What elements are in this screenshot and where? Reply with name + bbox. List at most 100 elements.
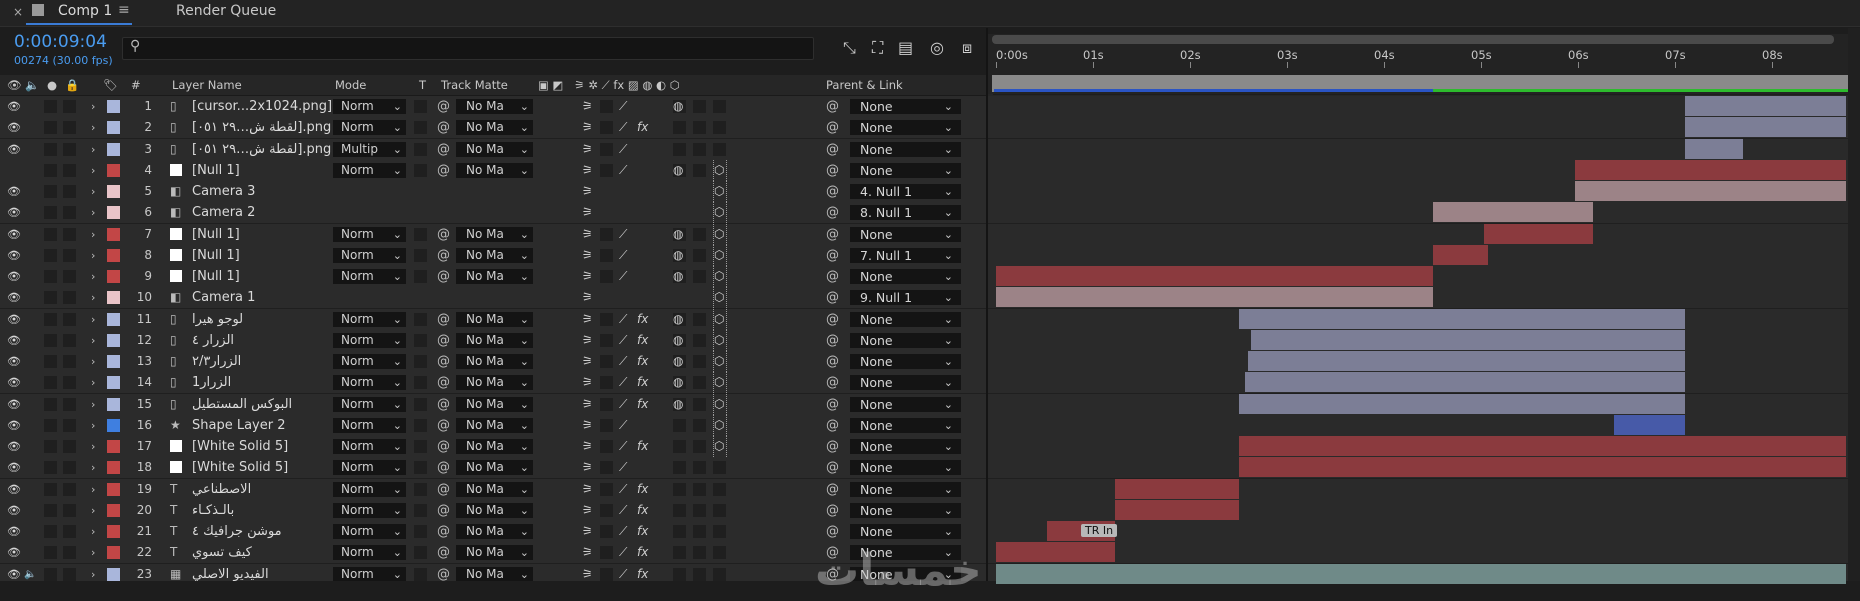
preserve-transparency-switch[interactable] — [414, 398, 427, 411]
layer-name[interactable]: Camera 3 — [192, 181, 255, 202]
collapse-switch[interactable] — [600, 419, 613, 432]
layer-duration-bar[interactable] — [1433, 202, 1593, 222]
layer-duration-bar[interactable] — [1115, 500, 1239, 520]
layer-duration-bar[interactable] — [1685, 96, 1846, 116]
collapse-switch[interactable] — [600, 334, 613, 347]
blend-mode-select[interactable]: Norm ⌄ — [333, 269, 406, 284]
parent-select[interactable]: None ⌄ — [850, 312, 961, 327]
adjustment-layer-icon[interactable]: ◍ — [673, 266, 683, 287]
lock-switch[interactable] — [63, 525, 76, 538]
tab-comp-1[interactable]: Comp 1 — [58, 3, 112, 19]
track-matte-select[interactable]: No Ma ⌄ — [456, 375, 533, 390]
adjustment-switch[interactable] — [693, 461, 706, 474]
label-color-swatch[interactable] — [107, 483, 120, 496]
shy-switch-icon[interactable]: ⚞ — [582, 266, 593, 287]
collapse-switch[interactable] — [600, 164, 613, 177]
parent-select[interactable]: None ⌄ — [850, 439, 961, 454]
3d-layer-switch[interactable] — [713, 483, 726, 496]
blend-mode-select[interactable]: Norm ⌄ — [333, 545, 406, 560]
effects-switch-icon[interactable]: fx — [637, 436, 648, 457]
quality-switch-icon[interactable]: ⟋ — [619, 351, 627, 372]
label-color-swatch[interactable] — [107, 419, 120, 432]
quality-switch-icon[interactable]: ⟋ — [619, 309, 627, 330]
motion-blur-switch[interactable] — [673, 546, 686, 559]
label-color-swatch[interactable] — [107, 334, 120, 347]
layer-row[interactable]: 👁 › 14 ▯ الزرار1 Norm ⌄ @ No Ma ⌄ ⚞ ⟋ fx ◍ ⬡ @ None ⌄ — [0, 372, 993, 394]
blend-mode-select[interactable]: Norm ⌄ — [333, 503, 406, 518]
preserve-transparency-switch[interactable] — [414, 228, 427, 241]
expand-chevron-icon[interactable]: › — [91, 224, 95, 245]
collapse-switch[interactable] — [600, 376, 613, 389]
layer-duration-bar[interactable] — [996, 542, 1115, 562]
layer-duration-bar[interactable] — [1614, 415, 1685, 435]
adjustment-switch[interactable] — [693, 440, 706, 453]
solo-switch[interactable] — [44, 313, 57, 326]
parent-select[interactable]: None ⌄ — [850, 354, 961, 369]
layer-row[interactable]: 👁 › 13 ▯ الزرار٢/٣ Norm ⌄ @ No Ma ⌄ ⚞ ⟋ fx ◍ ⬡ @ None ⌄ — [0, 351, 993, 373]
label-color-swatch[interactable] — [107, 249, 120, 262]
effects-switch-icon[interactable]: fx — [637, 394, 648, 415]
collapse-switch[interactable] — [600, 483, 613, 496]
track-matte-select[interactable]: No Ma ⌄ — [456, 545, 533, 560]
preserve-transparency-switch[interactable] — [414, 100, 427, 113]
layer-row[interactable]: 👁 › 1 ▯ [cursor...2x1024.png] Norm ⌄ @ No Ma ⌄ ⚞ ⟋ ◍… — [0, 96, 993, 118]
blend-mode-select[interactable]: Norm ⌄ — [333, 354, 406, 369]
adjustment-layer-icon[interactable]: ◍ — [673, 372, 683, 393]
layer-row[interactable]: 👁 › 18 [White Solid 5] Norm ⌄ @ No Ma ⌄ ⚞ ⟋ @ None ⌄ — [0, 457, 993, 479]
quality-switch-icon[interactable]: ⟋ — [619, 415, 627, 436]
3d-layer-icon[interactable]: ⬡ — [714, 287, 724, 308]
visibility-eye-icon[interactable]: 👁 — [7, 542, 21, 563]
parent-select[interactable]: 8. Null 1 ⌄ — [850, 205, 961, 220]
parent-pickwhip-icon[interactable]: @ — [826, 287, 839, 308]
lock-switch[interactable] — [63, 440, 76, 453]
pickwhip-icon[interactable]: @ — [437, 309, 450, 330]
lock-switch[interactable] — [63, 291, 76, 304]
track-matte-select[interactable]: No Ma ⌄ — [456, 503, 533, 518]
visibility-eye-icon[interactable]: 👁 — [7, 521, 21, 542]
preserve-transparency-switch[interactable] — [414, 504, 427, 517]
solo-switch[interactable] — [44, 568, 57, 581]
layer-name[interactable]: [White Solid 5] — [192, 457, 288, 478]
tab-menu-icon[interactable]: ≡ — [118, 2, 130, 18]
motion-blur-switch[interactable] — [673, 504, 686, 517]
preserve-transparency-switch[interactable] — [414, 525, 427, 538]
pickwhip-icon[interactable]: @ — [437, 457, 450, 478]
lock-switch[interactable] — [63, 546, 76, 559]
adjustment-switch[interactable] — [693, 164, 706, 177]
label-color-swatch[interactable] — [107, 121, 120, 134]
parent-pickwhip-icon[interactable]: @ — [826, 394, 839, 415]
blend-mode-select[interactable]: Norm ⌄ — [333, 333, 406, 348]
expand-chevron-icon[interactable]: › — [91, 521, 95, 542]
effects-switch-icon[interactable]: fx — [637, 372, 648, 393]
close-tab-icon[interactable]: × — [13, 5, 23, 19]
adjustment-switch[interactable] — [693, 376, 706, 389]
layer-duration-bar[interactable] — [1239, 457, 1846, 477]
visibility-eye-icon[interactable]: 👁 — [7, 309, 21, 330]
3d-layer-icon[interactable]: ⬡ — [714, 202, 724, 223]
adjustment-switch[interactable] — [693, 143, 706, 156]
layer-row[interactable]: › 4 [Null 1] Norm ⌄ @ No Ma ⌄ ⚞ ⟋ ◍ ⬡ @ None ⌄ — [0, 160, 993, 182]
adjustment-switch[interactable] — [693, 504, 706, 517]
track-matte-select[interactable]: No Ma ⌄ — [456, 142, 533, 157]
preserve-transparency-switch[interactable] — [414, 143, 427, 156]
layer-duration-bar[interactable] — [996, 287, 1433, 307]
layer-name[interactable]: الزرار ٤ — [192, 330, 234, 351]
label-color-swatch[interactable] — [107, 398, 120, 411]
layer-row[interactable]: 👁 › 8 [Null 1] Norm ⌄ @ No Ma ⌄ ⚞ ⟋ ◍ ⬡ @7. Null 1 ⌄ — [0, 245, 993, 267]
layer-duration-bar[interactable] — [1239, 309, 1685, 329]
layer-duration-bar[interactable] — [1433, 245, 1488, 265]
shy-switch-icon[interactable]: ⚞ — [582, 500, 593, 521]
preserve-transparency-switch[interactable] — [414, 164, 427, 177]
adjustment-switch[interactable] — [693, 334, 706, 347]
parent-select[interactable]: None ⌄ — [850, 120, 961, 135]
parent-select[interactable]: None ⌄ — [850, 460, 961, 475]
lock-switch[interactable] — [63, 461, 76, 474]
solo-switch[interactable] — [44, 100, 57, 113]
preserve-transparency-switch[interactable] — [414, 376, 427, 389]
collapse-switch[interactable] — [600, 270, 613, 283]
parent-select[interactable]: None ⌄ — [850, 142, 961, 157]
blend-mode-select[interactable]: Norm ⌄ — [333, 397, 406, 412]
pickwhip-icon[interactable]: @ — [437, 521, 450, 542]
motion-blur-switch[interactable] — [673, 568, 686, 581]
3d-layer-icon[interactable]: ⬡ — [714, 436, 724, 457]
